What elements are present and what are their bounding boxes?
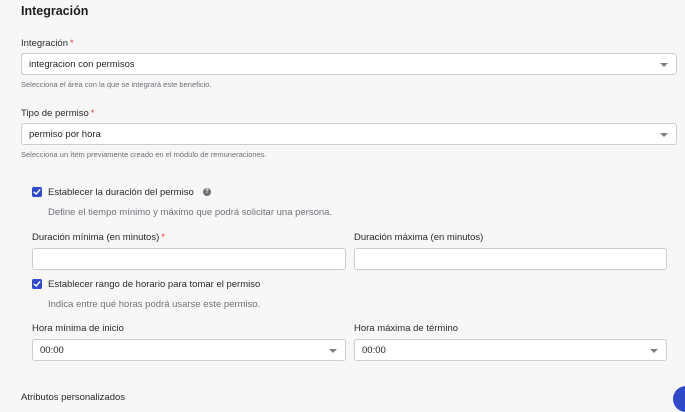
chevron-down-icon bbox=[650, 349, 658, 353]
integration-select-value: integracion con permisos bbox=[29, 59, 135, 70]
schedule-checkbox[interactable] bbox=[32, 279, 42, 289]
duration-checkbox[interactable] bbox=[32, 187, 42, 197]
duration-checkbox-label[interactable]: Establecer la duración del permiso bbox=[48, 187, 194, 198]
max-duration-input[interactable] bbox=[354, 248, 667, 270]
integration-label-text: Integración bbox=[21, 38, 69, 49]
integration-select[interactable]: integracion con permisos bbox=[21, 53, 677, 75]
start-time-select[interactable]: 00:00 bbox=[32, 339, 346, 361]
required-mark: * bbox=[90, 108, 95, 119]
chevron-down-icon bbox=[660, 63, 668, 67]
required-mark: * bbox=[70, 38, 74, 49]
required-mark: * bbox=[161, 232, 165, 243]
start-time-label: Hora mínima de inicio bbox=[32, 323, 124, 334]
check-icon bbox=[33, 281, 41, 287]
max-duration-label: Duración máxima (en minutos) bbox=[354, 232, 484, 243]
end-time-label: Hora máxima de término bbox=[354, 323, 459, 334]
check-icon bbox=[33, 189, 41, 195]
chevron-down-icon bbox=[660, 133, 668, 137]
permit-type-label-text: Tipo de permiso bbox=[21, 108, 89, 119]
min-duration-label: Duración mínima (en minutos) * bbox=[32, 232, 165, 243]
permit-type-select-value: permiso por hora bbox=[29, 129, 101, 140]
question-icon[interactable]: ? bbox=[203, 188, 211, 196]
min-duration-label-text: Duración mínima (en minutos) bbox=[32, 232, 160, 243]
section-title: Integración bbox=[21, 4, 89, 18]
permit-type-select[interactable]: permiso por hora bbox=[21, 123, 677, 145]
end-time-select[interactable]: 00:00 bbox=[354, 339, 667, 361]
permit-type-help: Selecciona un ítem previamente creado en… bbox=[21, 150, 267, 159]
schedule-checkbox-label[interactable]: Establecer rango de horario para tomar e… bbox=[48, 279, 260, 290]
schedule-description: Indica entre qué horas podrá usarse este… bbox=[48, 299, 261, 310]
start-time-value: 00:00 bbox=[40, 345, 64, 356]
min-duration-input[interactable] bbox=[32, 248, 346, 270]
end-time-value: 00:00 bbox=[362, 345, 386, 356]
duration-description: Define el tiempo mínimo y máximo que pod… bbox=[48, 207, 333, 218]
permit-type-label: Tipo de permiso * bbox=[21, 108, 94, 119]
chevron-down-icon bbox=[329, 349, 337, 353]
integration-label: Integración * bbox=[21, 38, 74, 49]
integration-help: Selecciona el área con la que se integra… bbox=[21, 80, 212, 89]
floating-action-button[interactable] bbox=[673, 386, 685, 412]
